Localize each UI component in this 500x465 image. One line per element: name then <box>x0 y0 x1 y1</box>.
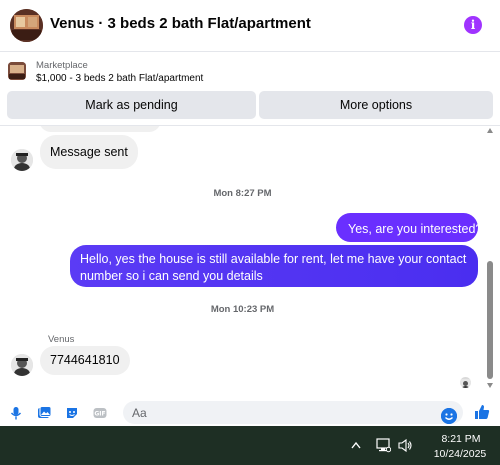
chevron-up-icon[interactable] <box>351 438 361 452</box>
seen-avatar <box>460 377 471 388</box>
marketplace-listing: Marketplace $1,000 - 3 beds 2 bath Flat/… <box>0 52 500 126</box>
previous-message-bubble <box>39 126 161 132</box>
scrollbar-thumb[interactable] <box>487 261 493 379</box>
info-icon[interactable]: i <box>464 16 482 34</box>
outgoing-message[interactable]: Yes, are you interested? <box>336 213 482 242</box>
mark-as-pending-button[interactable]: Mark as pending <box>7 91 256 119</box>
chat-header: Venus · 3 beds 2 bath Flat/apartment i <box>0 0 500 52</box>
microphone-icon[interactable] <box>9 406 23 420</box>
timestamp: Mon 10:23 PM <box>210 304 275 315</box>
listing-thumbnail[interactable] <box>8 62 26 80</box>
timestamp: Mon 8:27 PM <box>213 188 272 199</box>
volume-icon[interactable] <box>398 438 413 453</box>
conversation-title: Venus · 3 beds 2 bath Flat/apartment <box>50 15 311 32</box>
scroll-down-arrow-icon[interactable] <box>487 383 493 388</box>
clock-date[interactable]: 10/24/2025 <box>425 448 495 460</box>
scrollbar[interactable] <box>486 126 494 394</box>
gif-icon[interactable]: GIF <box>93 406 107 420</box>
message-input[interactable] <box>132 404 432 421</box>
emoji-icon[interactable] <box>441 408 457 424</box>
contact-avatar[interactable] <box>10 9 43 42</box>
network-icon[interactable] <box>376 438 391 453</box>
message-input-wrap[interactable] <box>123 401 463 424</box>
sender-avatar[interactable] <box>11 149 33 171</box>
marketplace-label: Marketplace <box>36 60 88 71</box>
incoming-message[interactable]: 7744641810 <box>40 346 130 375</box>
more-options-button[interactable]: More options <box>259 91 493 119</box>
sticker-icon[interactable] <box>65 406 79 420</box>
message-composer: GIF <box>0 398 500 426</box>
svg-text:GIF: GIF <box>94 411 105 418</box>
message-list[interactable]: Message sent Mon 8:27 PM Yes, are you in… <box>0 126 500 398</box>
incoming-message[interactable]: Message sent <box>40 135 138 169</box>
windows-taskbar: 8:21 PM 10/24/2025 <box>0 426 500 465</box>
sender-name: Venus <box>48 334 75 345</box>
outgoing-message[interactable]: Hello, yes the house is still available … <box>70 245 478 287</box>
sender-avatar[interactable] <box>11 354 33 376</box>
thumbs-up-icon[interactable] <box>474 404 490 420</box>
listing-subtitle[interactable]: $1,000 - 3 beds 2 bath Flat/apartment <box>36 73 203 84</box>
clock-time[interactable]: 8:21 PM <box>430 433 492 445</box>
scroll-up-arrow-icon[interactable] <box>487 128 493 133</box>
photo-icon[interactable] <box>37 406 51 420</box>
